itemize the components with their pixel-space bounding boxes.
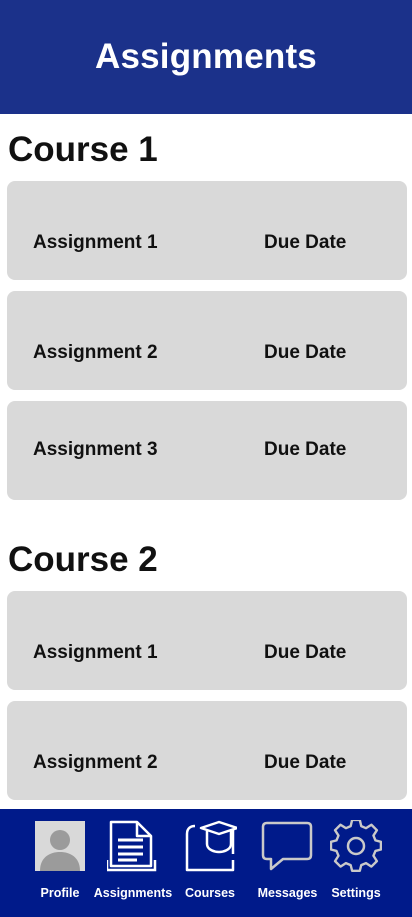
assignment-name: Assignment 1 xyxy=(33,232,158,253)
page-title: Assignments xyxy=(95,37,317,76)
nav-item-messages[interactable]: Messages xyxy=(255,809,320,917)
graduation-cap-icon xyxy=(185,820,237,872)
assignment-name: Assignment 3 xyxy=(33,439,158,460)
assignment-card[interactable]: Assignment 1 Due Date xyxy=(7,181,407,280)
course-title: Course 1 xyxy=(8,130,158,169)
nav-label: Profile xyxy=(40,886,80,900)
assignment-due-date: Due Date xyxy=(264,642,347,663)
assignment-card[interactable]: Assignment 3 Due Date xyxy=(7,401,407,500)
assignment-due-date: Due Date xyxy=(264,439,347,460)
assignment-card[interactable]: Assignment 2 Due Date xyxy=(7,701,407,800)
gear-icon xyxy=(330,820,382,872)
nav-label: Messages xyxy=(257,886,318,900)
document-icon xyxy=(107,820,157,872)
nav-item-profile[interactable]: Profile xyxy=(30,809,90,917)
assignment-due-date: Due Date xyxy=(264,752,347,773)
chat-bubble-icon xyxy=(261,821,313,871)
assignment-due-date: Due Date xyxy=(264,232,347,253)
bottom-navigation: Profile Assignments Courses Messages Set… xyxy=(0,809,412,917)
nav-item-settings[interactable]: Settings xyxy=(325,809,387,917)
assignment-due-date: Due Date xyxy=(264,342,347,363)
nav-label: Courses xyxy=(184,886,236,900)
assignment-name: Assignment 2 xyxy=(33,752,158,773)
nav-label: Settings xyxy=(331,886,381,900)
assignment-name: Assignment 1 xyxy=(33,642,158,663)
app-header: Assignments xyxy=(0,0,412,114)
nav-label: Assignments xyxy=(93,886,173,900)
profile-icon xyxy=(35,821,85,871)
course-title: Course 2 xyxy=(8,540,158,579)
nav-item-assignments[interactable]: Assignments xyxy=(93,809,173,917)
assignments-list[interactable]: Course 1 Assignment 1 Due Date Assignmen… xyxy=(0,114,412,809)
assignment-card[interactable]: Assignment 1 Due Date xyxy=(7,591,407,690)
assignment-card[interactable]: Assignment 2 Due Date xyxy=(7,291,407,390)
assignment-name: Assignment 2 xyxy=(33,342,158,363)
nav-item-courses[interactable]: Courses xyxy=(180,809,240,917)
